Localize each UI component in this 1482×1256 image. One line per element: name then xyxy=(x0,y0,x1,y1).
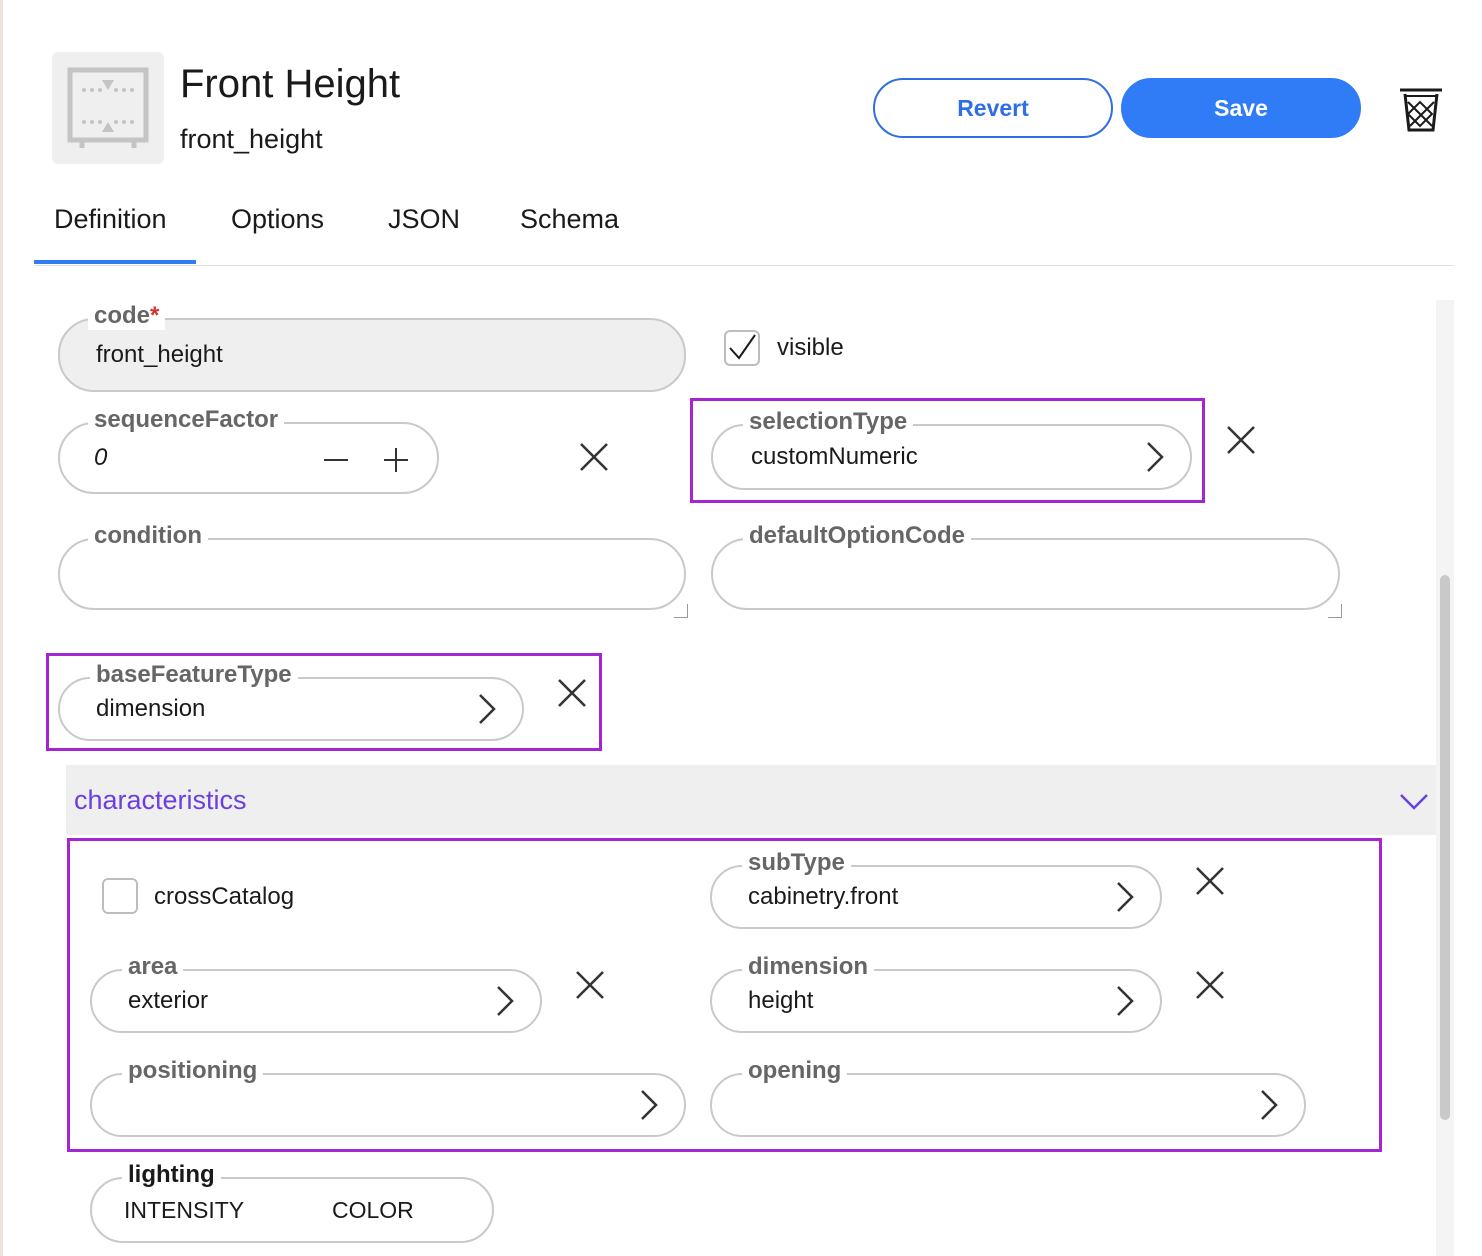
clear-sub-type-icon[interactable] xyxy=(1193,864,1227,898)
selection-type-value: customNumeric xyxy=(751,443,918,470)
lighting-group: lighting INTENSITY COLOR xyxy=(90,1161,494,1243)
selection-type-select[interactable]: selectionType customNumeric xyxy=(711,408,1192,490)
scrollbar-thumb[interactable] xyxy=(1440,575,1450,1120)
clear-selection-type-icon[interactable] xyxy=(1224,423,1258,457)
cross-catalog-label: crossCatalog xyxy=(154,883,295,910)
opening-select[interactable]: opening xyxy=(710,1057,1306,1137)
chevron-right-icon xyxy=(497,986,514,1016)
chevron-right-icon xyxy=(479,694,496,724)
base-feature-type-value: dimension xyxy=(96,695,206,722)
tab-bar: Definition Options JSON Schema xyxy=(34,190,1454,266)
sequence-factor-field[interactable]: sequenceFactor 0 xyxy=(58,406,439,494)
sub-type-value: cabinetry.front xyxy=(748,883,899,910)
sub-type-select[interactable]: subType cabinetry.front xyxy=(710,849,1162,929)
page-subtitle-code: front_height xyxy=(180,124,323,154)
dimension-value: height xyxy=(748,987,814,1014)
condition-textarea[interactable]: condition xyxy=(58,522,686,610)
cross-catalog-checkbox[interactable] xyxy=(102,878,138,914)
visible-checkbox[interactable] xyxy=(724,330,760,366)
tab-definition[interactable]: Definition xyxy=(54,204,167,235)
delete-button[interactable] xyxy=(1398,84,1444,134)
base-feature-type-select[interactable]: baseFeatureType dimension xyxy=(58,661,524,741)
decrement-icon[interactable] xyxy=(323,447,349,473)
default-option-code-textarea[interactable]: defaultOptionCode xyxy=(711,522,1340,610)
area-value: exterior xyxy=(128,987,209,1014)
visible-label: visible xyxy=(777,334,844,361)
tab-schema[interactable]: Schema xyxy=(520,204,619,235)
sequence-factor-value: 0 xyxy=(94,444,108,471)
clear-dimension-icon[interactable] xyxy=(1193,968,1227,1002)
characteristics-title: characteristics xyxy=(74,785,247,815)
feature-thumbnail xyxy=(52,52,164,164)
default-option-code-resize-handle[interactable] xyxy=(1328,604,1342,618)
positioning-label: positioning xyxy=(122,1057,264,1085)
sequence-factor-label: sequenceFactor xyxy=(88,406,285,434)
left-edge xyxy=(0,0,3,1256)
trash-icon xyxy=(1400,88,1442,132)
checkmark-icon xyxy=(729,334,756,360)
increment-icon[interactable] xyxy=(383,447,409,473)
area-select[interactable]: area exterior xyxy=(90,953,542,1033)
chevron-right-icon xyxy=(1261,1090,1278,1120)
dimension-select[interactable]: dimension height xyxy=(710,953,1162,1033)
lighting-color-label[interactable]: COLOR xyxy=(332,1179,414,1241)
clear-base-feature-type-icon[interactable] xyxy=(555,676,589,710)
dimension-height-icon xyxy=(67,67,149,148)
save-button[interactable]: Save xyxy=(1121,78,1361,138)
opening-label: opening xyxy=(742,1057,848,1085)
code-field[interactable]: code* front_height xyxy=(58,302,686,392)
tab-json[interactable]: JSON xyxy=(388,204,460,235)
chevron-down-icon[interactable] xyxy=(1398,789,1430,813)
characteristics-section-header[interactable]: characteristics xyxy=(66,765,1436,835)
clear-area-icon[interactable] xyxy=(573,968,607,1002)
clear-sequence-factor-icon[interactable] xyxy=(577,440,611,474)
condition-resize-handle[interactable] xyxy=(674,604,688,618)
code-value: front_height xyxy=(96,341,223,368)
default-option-code-label: defaultOptionCode xyxy=(743,522,971,550)
positioning-select[interactable]: positioning xyxy=(90,1057,686,1137)
chevron-right-icon xyxy=(1147,442,1164,472)
lighting-intensity-label[interactable]: INTENSITY xyxy=(124,1179,244,1241)
chevron-right-icon xyxy=(1117,986,1134,1016)
page-title: Front Height xyxy=(180,62,401,106)
active-tab-indicator xyxy=(34,260,196,264)
chevron-right-icon xyxy=(641,1090,658,1120)
revert-button[interactable]: Revert xyxy=(873,78,1113,138)
condition-label: condition xyxy=(88,522,208,550)
chevron-right-icon xyxy=(1117,882,1134,912)
tab-options[interactable]: Options xyxy=(231,204,324,235)
